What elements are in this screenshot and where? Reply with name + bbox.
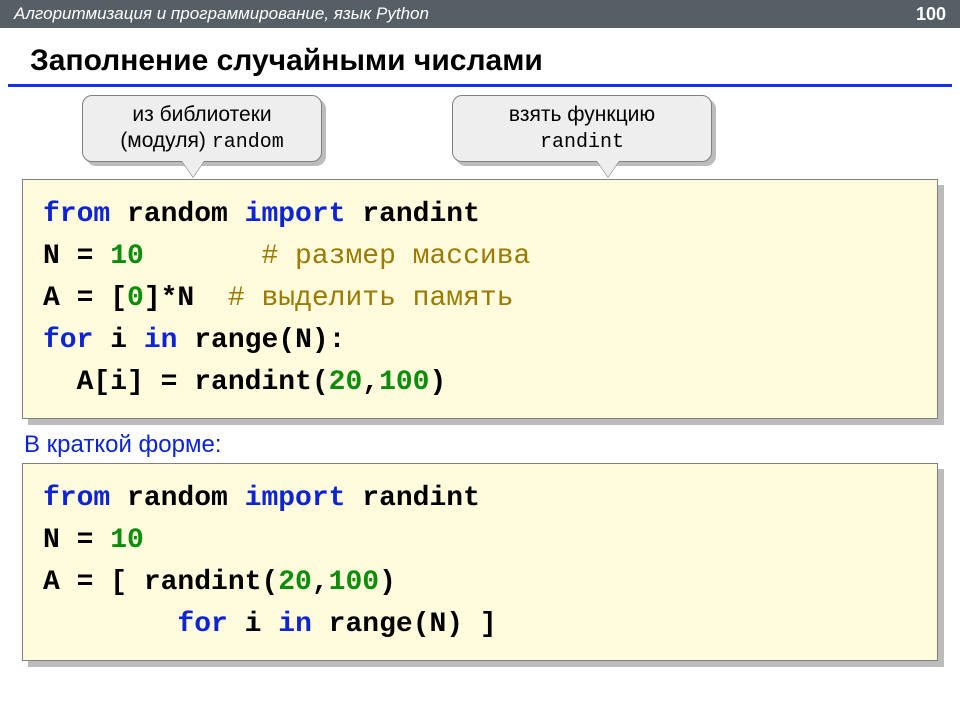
code-num: 0	[127, 283, 144, 314]
code-pad	[43, 609, 177, 640]
callout-tail-right	[597, 161, 619, 177]
code-num: 20	[329, 367, 363, 398]
code-block-short: from random import randint N = 10 A = [ …	[22, 463, 938, 661]
callout-left-line1: из библиотеки	[132, 103, 271, 126]
code-text: i	[228, 609, 278, 640]
subheading: В краткой форме:	[24, 431, 936, 459]
code-text: i	[93, 325, 143, 356]
code-text: range(N):	[177, 325, 345, 356]
callout-right-mono: randint	[540, 131, 624, 154]
kw-import: import	[245, 199, 346, 230]
kw-for: for	[43, 325, 93, 356]
code-text: randint	[345, 199, 479, 230]
header-topic: Алгоритмизация и программирование, язык …	[14, 4, 429, 24]
code-num: 10	[110, 525, 144, 556]
code-text: N =	[43, 241, 110, 272]
code-pad	[43, 367, 77, 398]
kw-from: from	[43, 483, 110, 514]
kw-from: from	[43, 199, 110, 230]
slide-title: Заполнение случайными числами	[8, 28, 952, 87]
code-text: randint	[345, 483, 479, 514]
callout-library: из библиотеки (модуля) random	[82, 95, 322, 162]
code-num: 10	[110, 241, 144, 272]
kw-in: in	[278, 609, 312, 640]
page-number: 100	[916, 4, 946, 25]
callout-tail-left	[182, 161, 204, 177]
code-text: random	[110, 199, 244, 230]
code-pad	[144, 241, 262, 272]
code-comma: ,	[312, 567, 329, 598]
code-text: range(N) ]	[312, 609, 497, 640]
code-comment: # выделить память	[228, 283, 514, 314]
code-text: random	[110, 483, 244, 514]
code-close: )	[430, 367, 447, 398]
code-comma: ,	[362, 367, 379, 398]
code-num: 100	[329, 567, 379, 598]
code-block-full: from random import randint N = 10 # разм…	[22, 179, 938, 419]
code-close: )	[379, 567, 413, 598]
code-text: N =	[43, 525, 110, 556]
code-comment: # размер массива	[261, 241, 530, 272]
callout-right-line1: взять функцию	[509, 103, 655, 126]
slide-header: Алгоритмизация и программирование, язык …	[0, 0, 960, 28]
kw-in: in	[144, 325, 178, 356]
code-num: 20	[278, 567, 312, 598]
kw-for: for	[177, 609, 227, 640]
callout-left-mono: random	[212, 131, 284, 154]
code-text: A = [	[43, 283, 127, 314]
callout-left-line2a: (модуля)	[120, 129, 211, 152]
callout-function: взять функцию randint	[452, 95, 712, 162]
kw-import: import	[245, 483, 346, 514]
code-text: ]*N	[144, 283, 228, 314]
code-num: 100	[379, 367, 429, 398]
callouts-row: из библиотеки (модуля) random взять функ…	[22, 91, 938, 175]
code-text: A = [ randint(	[43, 567, 278, 598]
code-text: A[i] = randint(	[77, 367, 329, 398]
